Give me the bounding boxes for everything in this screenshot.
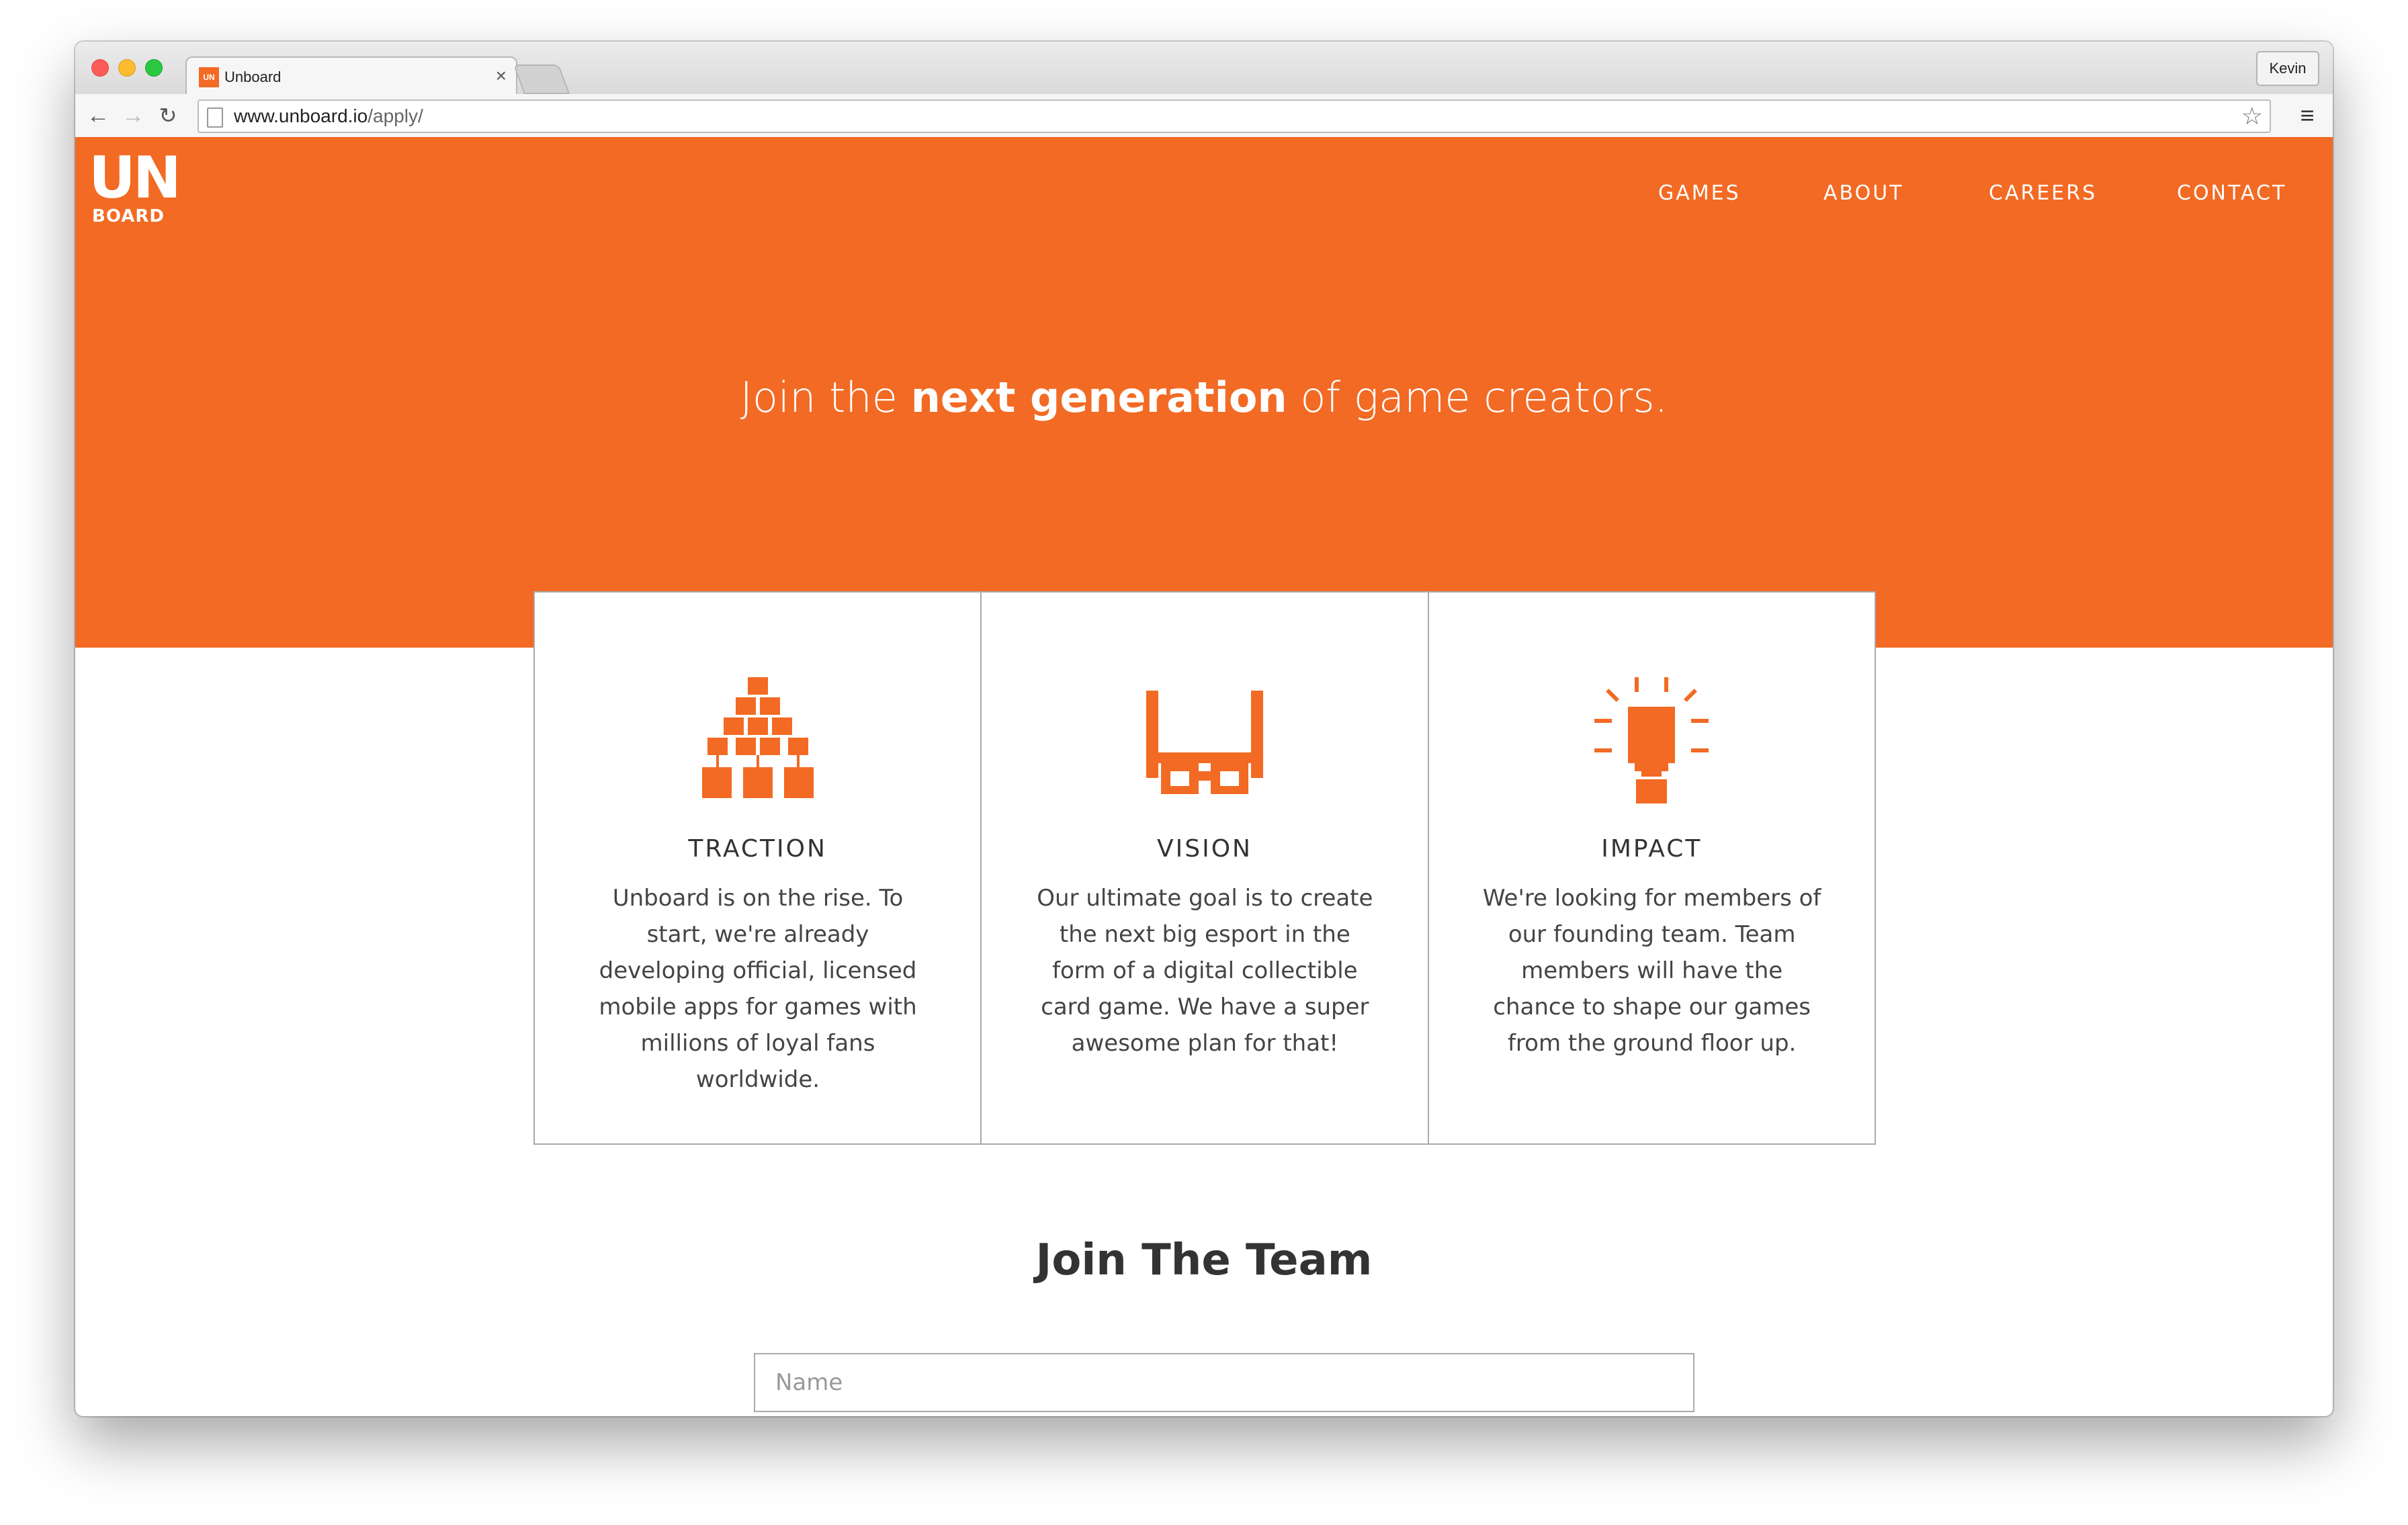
- stacked-blocks-icon: [701, 677, 814, 798]
- tab-title: Unboard: [224, 69, 282, 85]
- bookmark-star-icon[interactable]: ☆: [2241, 102, 2263, 130]
- minimize-window-button[interactable]: [118, 59, 136, 77]
- join-team-heading: Join The Team: [1035, 1235, 1373, 1285]
- nav-careers-link[interactable]: CAREERS: [1989, 180, 2097, 207]
- card-impact: IMPACT We're looking for members of our …: [1429, 593, 1875, 1143]
- close-window-button[interactable]: [91, 59, 109, 77]
- pixel-glasses-icon: [1146, 691, 1263, 794]
- nav-games-link[interactable]: GAMES: [1658, 180, 1741, 207]
- browser-tab[interactable]: UN Unboard ×: [185, 56, 517, 97]
- lightbulb-icon: [1594, 677, 1709, 803]
- forward-arrow-icon[interactable]: →: [120, 102, 146, 129]
- card-title: TRACTION: [688, 835, 827, 863]
- browser-window: UN Unboard × Kevin ← → ↻ www.unboard.io/…: [75, 42, 2333, 1416]
- nav-about-link[interactable]: ABOUT: [1823, 180, 1903, 207]
- card-text: We're looking for members of our foundin…: [1482, 885, 1821, 1057]
- card-title: VISION: [1157, 835, 1252, 863]
- unboard-logo[interactable]: UN BOARD: [89, 149, 181, 231]
- tab-close-icon[interactable]: ×: [496, 66, 507, 86]
- name-input[interactable]: [754, 1353, 1694, 1412]
- nav-contact-link[interactable]: CONTACT: [2177, 180, 2286, 207]
- feature-cards: TRACTION Unboard is on the rise. To star…: [533, 591, 1876, 1145]
- card-text: Unboard is on the rise. To start, we're …: [599, 885, 917, 1093]
- card-text: Our ultimate goal is to create the next …: [1037, 885, 1373, 1057]
- maximize-window-button[interactable]: [145, 59, 163, 77]
- card-title: IMPACT: [1601, 835, 1703, 863]
- profile-button[interactable]: Kevin: [2256, 51, 2319, 86]
- favicon-icon: UN: [199, 67, 219, 87]
- page-icon: [207, 107, 223, 128]
- card-vision: VISION Our ultimate goal is to create th…: [982, 593, 1429, 1143]
- hero-section: UN BOARD GAMES ABOUT CAREERS CONTACT Joi…: [75, 137, 2333, 648]
- hero-headline: Join the next generation of game creator…: [740, 373, 1668, 422]
- browser-toolbar: ← → ↻ www.unboard.io/apply/ ☆ ≡: [75, 94, 2333, 138]
- card-traction: TRACTION Unboard is on the rise. To star…: [535, 593, 982, 1143]
- url-text[interactable]: www.unboard.io/apply/: [234, 101, 423, 132]
- new-tab-button[interactable]: [513, 64, 570, 94]
- reload-icon[interactable]: ↻: [155, 102, 181, 129]
- back-arrow-icon[interactable]: ←: [85, 102, 112, 129]
- page-viewport: UN BOARD GAMES ABOUT CAREERS CONTACT Joi…: [75, 137, 2333, 1416]
- hamburger-menu-icon[interactable]: ≡: [2294, 102, 2321, 129]
- address-bar[interactable]: www.unboard.io/apply/ ☆: [198, 99, 2271, 133]
- browser-titlebar: UN Unboard × Kevin: [75, 42, 2333, 97]
